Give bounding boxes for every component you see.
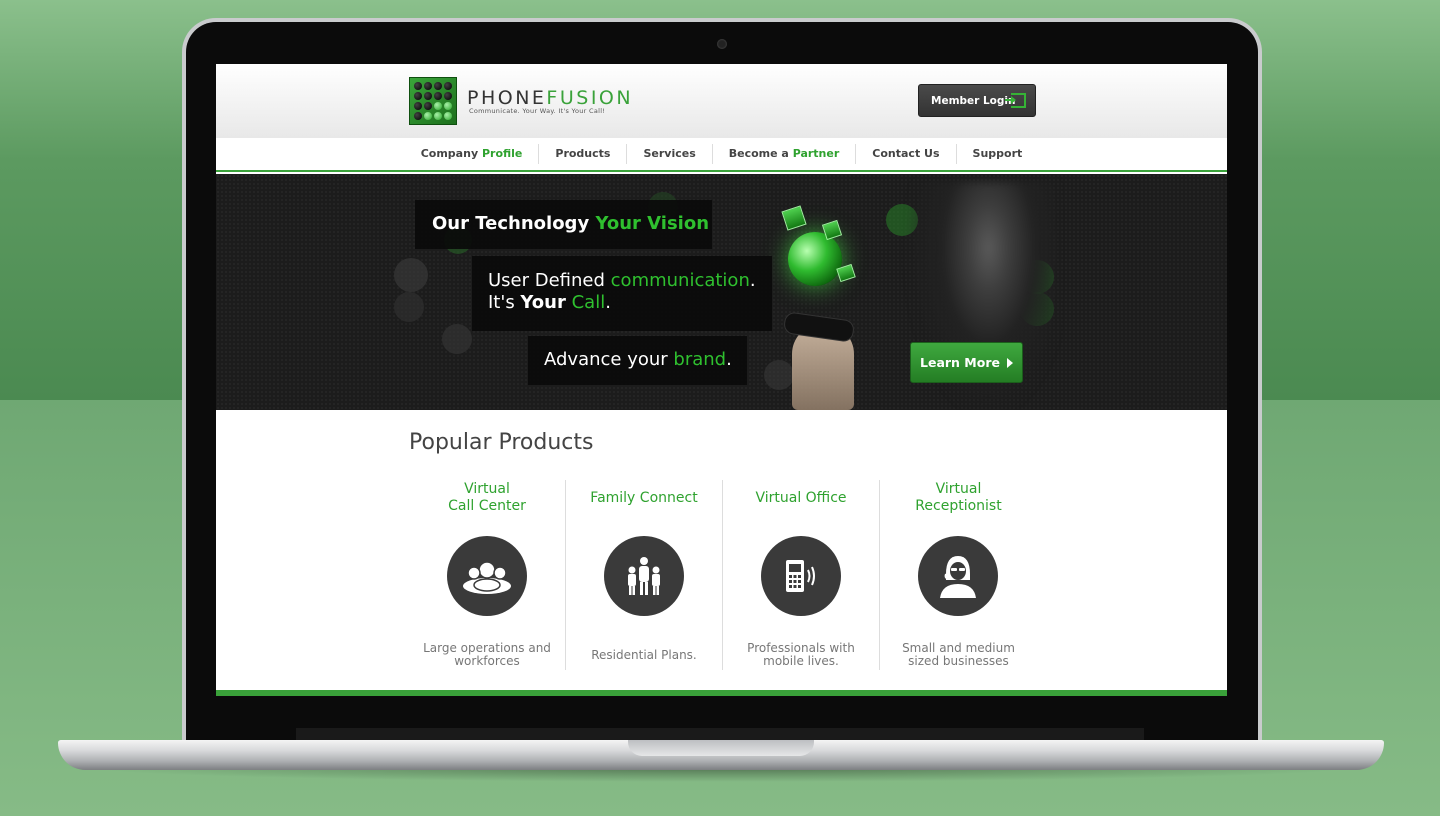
receptionist-icon[interactable] [918,536,998,616]
hero-headline: Our Technology Your Vision [415,200,712,249]
nav-label: Contact Us [872,147,940,160]
product-desc-line: workforces [454,654,520,668]
product-name[interactable]: Virtual Office [723,480,879,516]
product-description: Residential Plans. [566,640,722,670]
product-name-line: Call Center [448,498,526,514]
footer-accent-bar [216,690,1227,696]
nav-item-services[interactable]: Services [627,144,713,164]
product-desc-line: sized businesses [908,654,1009,668]
mobile-phone-icon[interactable] [761,536,841,616]
nav-item-support[interactable]: Support [957,144,1039,164]
globe-icon [788,232,842,286]
hero-banner: Our Technology Your Vision User Defined … [216,174,1227,410]
product-name[interactable]: Virtual Call Center [409,480,565,516]
hero-text: . [605,292,611,313]
brand-name-main: PHONE [467,87,547,109]
nav-label: Products [555,147,611,160]
play-arrow-icon [1006,357,1013,368]
hero-text-green: communication [610,270,750,291]
product-name[interactable]: Family Connect [566,480,722,516]
nav-label: Become a [728,147,793,160]
app-cube-icon [821,219,843,241]
hero-brand-box: Advance your brand. [528,336,747,385]
hero-text: It's [488,292,521,313]
nav-item-contact-us[interactable]: Contact Us [856,144,957,164]
product-description: Small and medium sized businesses [880,640,1037,670]
products-heading: Popular Products [409,430,594,455]
product-description: Professionals with mobile lives. [723,640,879,670]
brand-name[interactable]: PHONEFUSION [467,87,633,109]
app-cube-icon [781,205,807,231]
logo-icon[interactable] [409,77,457,125]
site-header: PHONEFUSION Communicate. Your Way. It's … [216,64,1227,138]
bokeh-circle [394,292,424,322]
nav-item-company-profile[interactable]: Company Profile [405,144,540,164]
product-name-line: Family Connect [590,489,698,506]
product-card-virtual-office[interactable]: Virtual Office Professionals with mobile … [723,480,880,670]
main-nav: Company Profile Products Services Become… [216,138,1227,172]
product-card-family-connect[interactable]: Family Connect Residential Plans. [566,480,723,670]
family-icon[interactable] [604,536,684,616]
hero-headline-white: Our Technology [432,213,596,234]
brand-tagline: Communicate. Your Way. It's Your Call! [469,107,606,115]
laptop-shadow [90,768,1352,782]
hero-text: Advance your [544,349,674,370]
member-login-button[interactable]: Member Login [918,84,1036,117]
bokeh-circle [764,360,794,390]
learn-more-label: Learn More [920,355,1000,370]
product-card-virtual-receptionist[interactable]: Virtual Receptionist Small and medium size… [880,480,1037,670]
nav-label-accent: Profile [481,147,523,160]
login-arrow-icon [1005,93,1026,108]
hero-text: . [726,349,732,370]
nav-label-accent: Partner [792,147,840,160]
hero-text: . [749,270,756,291]
product-name-line: Virtual Office [755,489,847,506]
nav-item-become-partner[interactable]: Become a Partner [713,144,857,164]
nav-item-products[interactable]: Products [539,144,628,164]
hero-text: User Defined [488,270,611,291]
product-card-virtual-call-center[interactable]: Virtual Call Center Large operations and w… [409,480,566,670]
nav-label: Services [643,147,696,160]
brand-name-accent: FUSION [546,87,634,109]
webcam-icon [717,39,727,49]
product-name[interactable]: Virtual Receptionist [880,480,1037,516]
product-name-line: Virtual [935,481,982,497]
product-description: Large operations and workforces [409,640,565,670]
app-cube-icon [836,263,856,283]
hero-text-green: brand [673,349,727,370]
product-desc-line: mobile lives. [763,654,839,668]
product-desc-line: Residential Plans. [591,647,697,662]
group-icon[interactable] [447,536,527,616]
product-name-line: Receptionist [915,498,1002,514]
bokeh-circle [442,324,472,354]
nav-label: Company [420,147,482,160]
learn-more-button[interactable]: Learn More [910,342,1023,383]
laptop-notch [628,740,814,756]
member-login-label: Member Login [931,94,1016,107]
bokeh-circle [394,258,428,292]
product-name-line: Virtual [464,481,510,497]
hero-text-bold: Your [520,292,566,313]
hero-tagline-box: User Defined communication. It's Your Ca… [472,256,772,331]
hero-text-green: Call [565,292,606,313]
nav-label: Support [972,147,1023,160]
laptop-screen: PHONEFUSION Communicate. Your Way. It's … [216,64,1227,696]
smartphone-image [782,311,856,343]
hero-headline-green: Your Vision [595,213,710,234]
